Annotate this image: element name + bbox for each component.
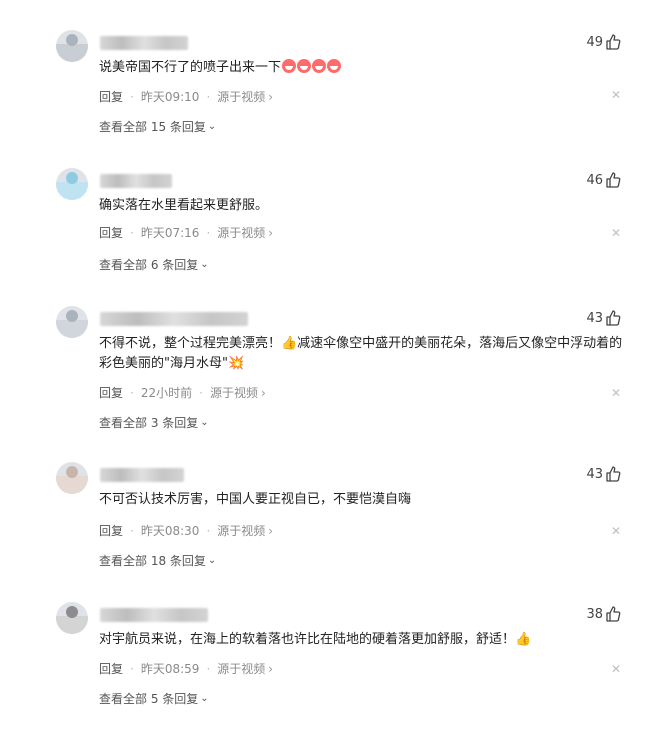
reply-button[interactable]: 回复 [99,384,123,401]
chevron-right-icon: › [268,225,274,240]
source-link[interactable]: 源于视频 [217,522,265,539]
grin-emoji-icon [282,59,297,73]
source-link[interactable]: 源于视频 [210,384,258,401]
chevron-down-icon: ⌄ [200,259,209,270]
close-icon[interactable]: ✕ [611,662,621,676]
thumbs-up-icon [606,310,621,326]
comment-item: 46 确实落在水里看起来更舒服。 回复 · 昨天07:16 · 源于视频 › ✕… [0,168,655,308]
chevron-down-icon: ⌄ [200,693,209,704]
grin-emoji-icon [312,59,327,73]
avatar[interactable] [56,602,88,634]
like-button[interactable]: 43 [586,310,621,326]
meta-separator: · [206,523,211,538]
thumbs-up-icon [606,606,621,622]
like-button[interactable]: 46 [586,172,621,188]
meta-separator: · [130,523,134,538]
comment-meta: 回复 · 昨天07:16 · 源于视频 › [99,224,273,241]
reply-button[interactable]: 回复 [99,660,123,677]
comment-text: 说美帝国不行了的喷子出来一下 [99,58,599,78]
source-link[interactable]: 源于视频 [217,88,265,105]
view-all-replies-button[interactable]: 查看全部 18 条回复 ⌄ [99,552,216,569]
thumbs-up-icon [606,172,621,188]
view-all-replies-button[interactable]: 查看全部 3 条回复 ⌄ [99,414,209,431]
view-all-replies-label: 查看全部 3 条回复 [99,416,199,430]
view-all-replies-label: 查看全部 6 条回复 [99,258,199,272]
meta-separator: · [206,225,211,240]
comment-item: 43 不得不说，整个过程完美漂亮！👍减速伞像空中盛开的美丽花朵，落海后又像空中浮… [0,306,655,446]
meta-separator: · [130,89,134,104]
meta-separator: · [130,385,134,400]
like-count: 49 [586,34,603,50]
chevron-right-icon: › [268,661,274,676]
comment-text: 对宇航员来说，在海上的软着落也许比在陆地的硬着落更加舒服，舒适！👍 [99,632,532,647]
like-button[interactable]: 43 [586,466,621,482]
view-all-replies-label: 查看全部 15 条回复 [99,120,206,134]
meta-separator: · [130,225,134,240]
chevron-down-icon: ⌄ [207,555,217,566]
avatar[interactable] [56,30,88,62]
comment-time: 昨天07:16 [140,226,200,240]
view-all-replies-button[interactable]: 查看全部 15 条回复 ⌄ [99,118,216,135]
chevron-right-icon: › [260,385,266,400]
thumbs-up-icon [606,34,621,50]
comment-time: 昨天09:10 [140,90,200,104]
comment-time: 昨天08:30 [140,524,200,538]
grin-emoji-icon [297,59,312,73]
chevron-down-icon: ⌄ [200,417,209,428]
meta-separator: · [130,661,134,676]
comment-text-body: 说美帝国不行了的喷子出来一下 [99,60,282,75]
like-count: 43 [586,310,603,326]
avatar[interactable] [56,168,88,200]
close-icon[interactable]: ✕ [611,524,621,538]
chevron-right-icon: › [268,523,274,538]
reply-button[interactable]: 回复 [99,88,123,105]
username-blurred[interactable] [100,608,208,622]
comment-meta: 回复 · 22小时前 · 源于视频 › [99,384,266,401]
comment-item: 43 不可否认技术厉害，中国人要正视自已，不要恺漠自嗨 回复 · 昨天08:30… [0,462,655,602]
comment-meta: 回复 · 昨天08:30 · 源于视频 › [99,522,273,539]
meta-separator: · [206,89,211,104]
username-blurred[interactable] [100,174,172,188]
comment-item: 38 对宇航员来说，在海上的软着落也许比在陆地的硬着落更加舒服，舒适！👍 回复 … [0,602,655,742]
comment-text: 不可否认技术厉害，中国人要正视自已，不要恺漠自嗨 [99,492,412,507]
chevron-down-icon: ⌄ [207,121,217,132]
source-link[interactable]: 源于视频 [217,224,265,241]
grin-emoji-icon [327,59,342,73]
comment-meta: 回复 · 昨天09:10 · 源于视频 › [99,88,273,105]
username-blurred[interactable] [100,312,248,326]
reply-button[interactable]: 回复 [99,522,123,539]
source-link[interactable]: 源于视频 [217,660,265,677]
close-icon[interactable]: ✕ [611,226,621,240]
chevron-right-icon: › [268,89,274,104]
comment-time: 昨天08:59 [140,662,200,676]
username-blurred[interactable] [100,468,184,482]
avatar[interactable] [56,462,88,494]
comment-text: 不得不说，整个过程完美漂亮！👍减速伞像空中盛开的美丽花朵，落海后又像空中浮动着的… [99,336,623,371]
view-all-replies-button[interactable]: 查看全部 5 条回复 ⌄ [99,690,209,707]
meta-separator: · [199,385,203,400]
comment-text: 确实落在水里看起来更舒服。 [99,198,269,213]
comment-time: 22小时前 [140,386,193,400]
view-all-replies-button[interactable]: 查看全部 6 条回复 ⌄ [99,256,209,273]
like-count: 38 [586,606,603,622]
reply-button[interactable]: 回复 [99,224,123,241]
like-button[interactable]: 49 [586,34,621,50]
close-icon[interactable]: ✕ [611,88,621,102]
view-all-replies-label: 查看全部 5 条回复 [99,692,199,706]
thumbs-up-icon [606,466,621,482]
username-blurred[interactable] [100,36,188,50]
comment-meta: 回复 · 昨天08:59 · 源于视频 › [99,660,273,677]
like-button[interactable]: 38 [586,606,621,622]
meta-separator: · [206,661,211,676]
like-count: 43 [586,466,603,482]
close-icon[interactable]: ✕ [611,386,621,400]
comment-item: 49 说美帝国不行了的喷子出来一下 回复 · 昨天09:10 · 源于视频 › … [0,30,655,170]
view-all-replies-label: 查看全部 18 条回复 [99,554,206,568]
like-count: 46 [586,172,603,188]
avatar[interactable] [56,306,88,338]
